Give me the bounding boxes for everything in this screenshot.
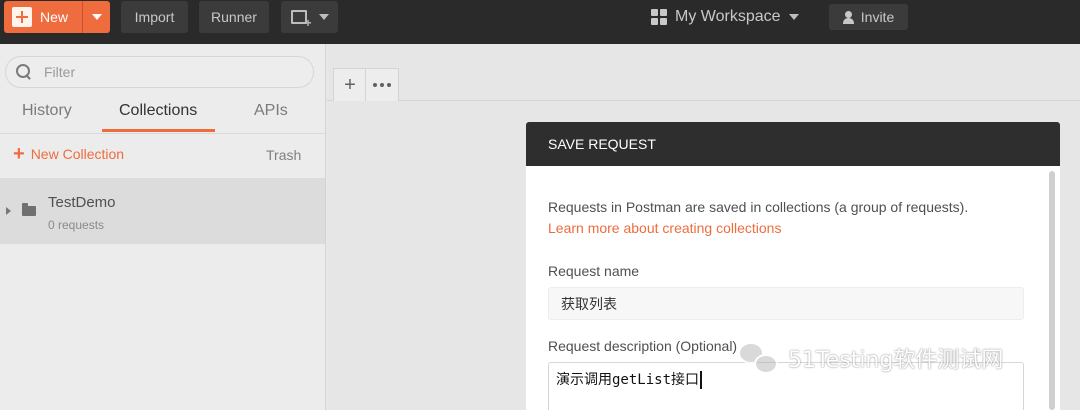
request-tab-bar: + <box>327 68 1080 101</box>
collection-name: TestDemo <box>48 194 116 211</box>
new-collection-button[interactable]: + New Collection <box>13 143 125 165</box>
filter-field[interactable] <box>5 56 314 88</box>
chevron-right-icon[interactable] <box>6 207 11 215</box>
request-name-label: Request name <box>548 263 640 279</box>
top-toolbar: New Import Runner My Workspace Invite <box>0 0 1080 44</box>
plus-icon: + <box>13 143 25 165</box>
request-description-text: 演示调用getList接口 <box>556 372 700 388</box>
modal-title: SAVE REQUEST <box>548 136 656 152</box>
workspace-grid-icon <box>651 9 667 25</box>
invite-label: Invite <box>860 9 895 25</box>
modal-scrollbar[interactable] <box>1049 171 1055 410</box>
modal-header: SAVE REQUEST <box>526 122 1060 166</box>
runner-button[interactable]: Runner <box>199 1 269 33</box>
chevron-down-icon <box>91 14 102 20</box>
new-dropdown-button[interactable] <box>83 1 110 33</box>
search-icon <box>16 64 32 80</box>
plus-icon <box>12 7 32 27</box>
learn-more-link[interactable]: Learn more about creating collections <box>548 220 781 236</box>
request-name-input[interactable] <box>548 287 1024 320</box>
filter-input[interactable] <box>44 64 284 80</box>
sidebar-tabs: History Collections APIs <box>0 96 326 134</box>
new-collection-label: New Collection <box>30 146 125 162</box>
text-cursor <box>700 371 703 389</box>
add-tab-button[interactable]: + <box>333 68 367 101</box>
trash-button[interactable]: Trash <box>266 147 301 163</box>
add-user-icon <box>842 10 855 24</box>
modal-info-text: Requests in Postman are saved in collect… <box>548 199 969 215</box>
new-button-group: New <box>4 1 110 33</box>
new-window-icon <box>290 10 312 30</box>
workspace-label: My Workspace <box>675 8 781 25</box>
sidebar: History Collections APIs + New Collectio… <box>0 44 326 410</box>
invite-button[interactable]: Invite <box>829 4 908 30</box>
new-button[interactable]: New <box>4 1 82 33</box>
more-options-icon <box>373 83 391 87</box>
workspace-switcher[interactable]: My Workspace <box>651 6 799 28</box>
chevron-down-icon <box>788 14 799 20</box>
request-description-label: Request description (Optional) <box>548 338 738 354</box>
watermark: 51Testing软件测试网 <box>736 338 1003 378</box>
chevron-down-icon <box>318 14 329 20</box>
tab-history[interactable]: History <box>22 102 72 120</box>
collection-item[interactable]: TestDemo 0 requests <box>0 178 325 244</box>
more-tabs-button[interactable] <box>365 68 399 101</box>
new-button-label: New <box>40 9 69 25</box>
tab-collections[interactable]: Collections <box>119 102 197 120</box>
tab-apis[interactable]: APIs <box>254 102 288 120</box>
collection-request-count: 0 requests <box>48 218 105 232</box>
import-button[interactable]: Import <box>121 1 188 33</box>
new-window-button[interactable] <box>281 1 338 33</box>
wechat-logo-icon <box>736 338 782 378</box>
active-tab-indicator <box>102 129 215 132</box>
folder-icon <box>22 203 36 216</box>
plus-icon: + <box>344 73 356 96</box>
watermark-text: 51Testing软件测试网 <box>788 348 1004 373</box>
